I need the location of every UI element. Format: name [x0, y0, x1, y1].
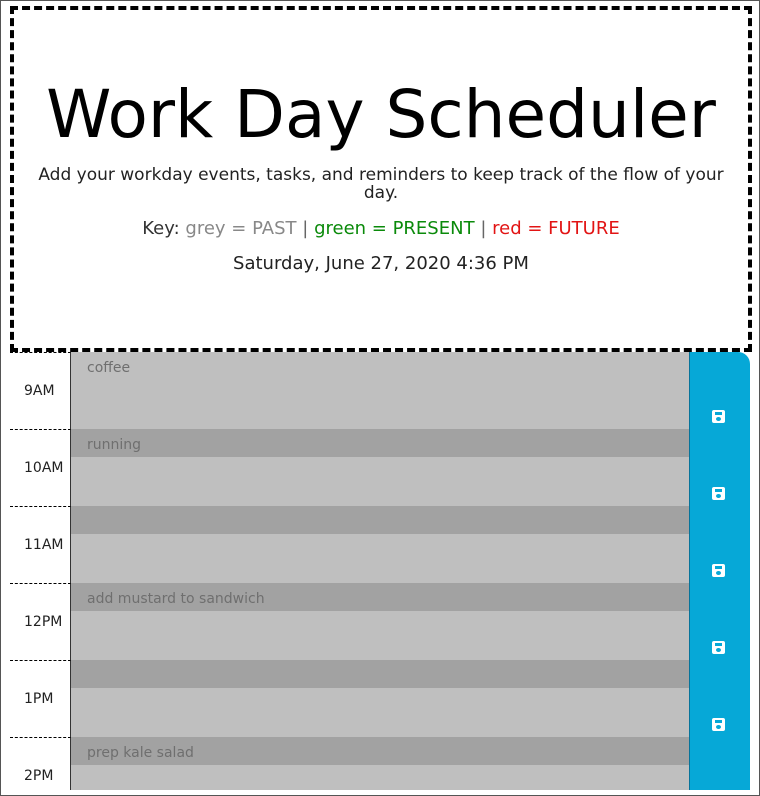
- key-future: red = FUTURE: [492, 218, 620, 239]
- description-area: [71, 583, 689, 660]
- floppy-disk-icon: [712, 487, 725, 500]
- hour-text: 2PM: [24, 768, 54, 784]
- hour-label: 11AM: [10, 506, 71, 583]
- hour-text: 1PM: [24, 691, 54, 707]
- hour-text: 9AM: [24, 383, 55, 399]
- description-area: [71, 506, 689, 583]
- page-title: Work Day Scheduler: [46, 76, 716, 153]
- time-block-row: 10AM: [10, 429, 750, 506]
- floppy-disk-icon: [712, 564, 725, 577]
- color-key: Key: grey = PAST | green = PRESENT | red…: [14, 218, 748, 239]
- hour-text: 12PM: [24, 614, 63, 630]
- time-block-row: 1PM: [10, 660, 750, 737]
- header-lead: Add your workday events, tasks, and remi…: [38, 165, 724, 203]
- time-block-row: 11AM: [10, 506, 750, 583]
- time-block-list: 9AM 10AM 11AM 12PM: [10, 352, 750, 790]
- key-prefix: Key:: [142, 218, 180, 239]
- header-jumbotron: Work Day Scheduler Add your workday even…: [10, 6, 752, 352]
- time-block-row: 12PM: [10, 583, 750, 660]
- page: Work Day Scheduler Add your workday even…: [0, 0, 760, 796]
- time-block-row: 2PM: [10, 737, 750, 790]
- key-present: green = PRESENT: [314, 218, 475, 239]
- hour-label: 10AM: [10, 429, 71, 506]
- description-input[interactable]: [71, 660, 689, 737]
- time-block-row: 9AM: [10, 352, 750, 429]
- hour-text: 10AM: [24, 460, 64, 476]
- key-separator: |: [302, 218, 309, 239]
- floppy-disk-icon: [712, 641, 725, 654]
- description-area: [71, 660, 689, 737]
- save-button[interactable]: [689, 737, 750, 790]
- hour-label: 12PM: [10, 583, 71, 660]
- hour-label: 2PM: [10, 737, 71, 790]
- description-area: [71, 352, 689, 429]
- description-input[interactable]: [71, 737, 689, 790]
- hour-text: 11AM: [24, 537, 64, 553]
- floppy-disk-icon: [712, 718, 725, 731]
- key-separator: |: [480, 218, 487, 239]
- save-button[interactable]: [689, 583, 750, 660]
- hour-label: 9AM: [10, 352, 71, 429]
- current-date: Saturday, June 27, 2020 4:36 PM: [233, 253, 529, 274]
- description-input[interactable]: [71, 429, 689, 506]
- floppy-disk-icon: [712, 410, 725, 423]
- description-area: [71, 737, 689, 790]
- save-button[interactable]: [689, 660, 750, 737]
- hour-label: 1PM: [10, 660, 71, 737]
- save-button[interactable]: [689, 506, 750, 583]
- description-input[interactable]: [71, 352, 689, 429]
- key-past: grey = PAST: [185, 218, 297, 239]
- save-button[interactable]: [689, 429, 750, 506]
- description-input[interactable]: [71, 506, 689, 583]
- description-area: [71, 429, 689, 506]
- description-input[interactable]: [71, 583, 689, 660]
- save-button[interactable]: [689, 352, 750, 429]
